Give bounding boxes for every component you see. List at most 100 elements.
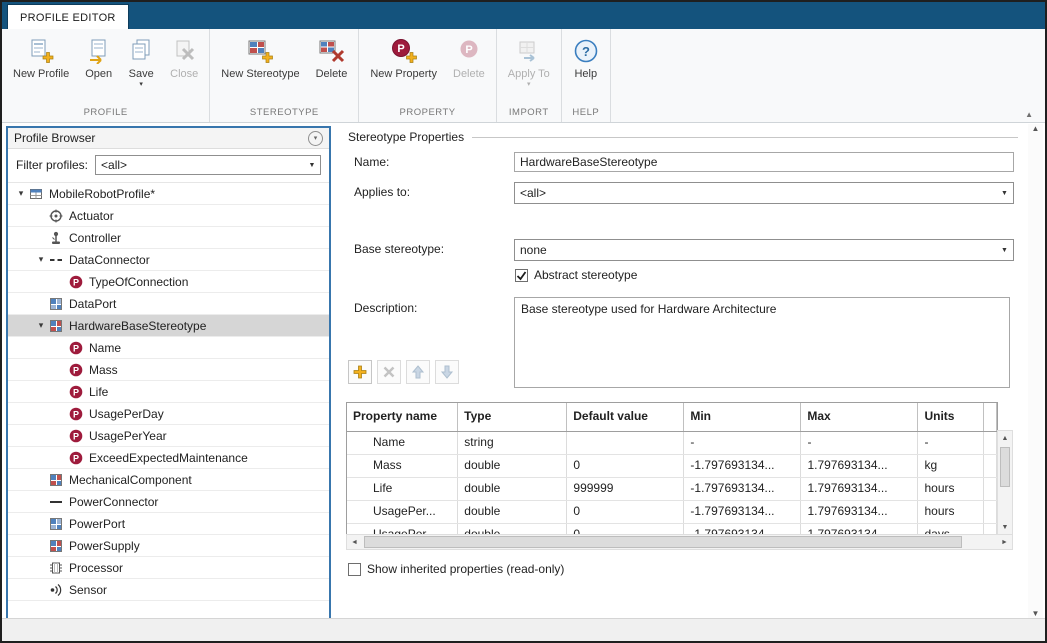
- expander-triangle-icon[interactable]: ▾: [34, 321, 48, 330]
- table-row-usageper[interactable]: UsagePer...double0-1.797693134...1.79769…: [347, 501, 997, 524]
- table-row-life[interactable]: Lifedouble999999-1.797693134...1.7976931…: [347, 478, 997, 501]
- horizontal-scroll-thumb[interactable]: [364, 536, 962, 548]
- tree-item-typeofconnection[interactable]: PTypeOfConnection: [8, 271, 329, 293]
- scroll-left-icon[interactable]: ◄: [347, 539, 362, 546]
- tree-item-processor[interactable]: Processor: [8, 557, 329, 579]
- property-cell[interactable]: [984, 501, 997, 523]
- tree-item-actuator[interactable]: Actuator: [8, 205, 329, 227]
- delete-stereotype-button[interactable]: Delete: [308, 30, 356, 106]
- save-button[interactable]: Save ▾: [120, 30, 162, 106]
- property-cell[interactable]: -: [684, 432, 801, 454]
- tree-item-hardwarebasestereotype[interactable]: ▾HardwareBaseStereotype: [8, 315, 329, 337]
- property-cell[interactable]: UsagePer...: [347, 501, 458, 523]
- property-cell[interactable]: hours: [918, 478, 984, 500]
- property-cell[interactable]: double: [458, 501, 567, 523]
- new-stereotype-button[interactable]: New Stereotype: [213, 30, 307, 106]
- tree-item-sensor[interactable]: Sensor: [8, 579, 329, 601]
- property-cell[interactable]: -1.797693134...: [684, 455, 801, 477]
- tree-item-mobilerobotprofile[interactable]: ▾MobileRobotProfile*: [8, 183, 329, 205]
- filter-profiles-combobox[interactable]: <all> ▼: [95, 155, 321, 175]
- table-row-mass[interactable]: Massdouble0-1.797693134...1.797693134...…: [347, 455, 997, 478]
- column-header-min[interactable]: Min: [684, 403, 801, 431]
- scroll-down-icon[interactable]: ▼: [998, 520, 1012, 534]
- tree-item-powerconnector[interactable]: PowerConnector: [8, 491, 329, 513]
- tree-item-usageperday[interactable]: PUsagePerDay: [8, 403, 329, 425]
- apply-to-button[interactable]: Apply To ▾: [500, 30, 558, 106]
- tree-item-mechanicalcomponent[interactable]: MechanicalComponent: [8, 469, 329, 491]
- open-button[interactable]: Open: [77, 30, 120, 106]
- tree-item-life[interactable]: PLife: [8, 381, 329, 403]
- save-dropdown-arrow-icon[interactable]: ▾: [139, 82, 143, 88]
- chevron-down-icon[interactable]: ▼: [304, 162, 320, 169]
- tree-item-mass[interactable]: PMass: [8, 359, 329, 381]
- tree-item-dataport[interactable]: DataPort: [8, 293, 329, 315]
- property-cell[interactable]: Mass: [347, 455, 458, 477]
- new-profile-button[interactable]: New Profile: [5, 30, 77, 106]
- property-cell[interactable]: double: [458, 455, 567, 477]
- property-cell[interactable]: 0: [567, 501, 684, 523]
- table-row-name[interactable]: Namestring---: [347, 432, 997, 455]
- move-down-button[interactable]: [435, 360, 459, 384]
- property-cell[interactable]: double: [458, 478, 567, 500]
- collapse-toolstrip-icon[interactable]: ▲: [1025, 110, 1033, 119]
- property-cell[interactable]: -1.797693134...: [684, 478, 801, 500]
- close-button[interactable]: Close: [162, 30, 206, 106]
- abstract-stereotype-checkbox[interactable]: [515, 269, 528, 282]
- scroll-up-icon[interactable]: ▲: [998, 431, 1012, 445]
- show-inherited-checkbox[interactable]: [348, 563, 361, 576]
- vertical-scroll-thumb[interactable]: [1000, 447, 1010, 487]
- tree-item-powerport[interactable]: PowerPort: [8, 513, 329, 535]
- column-header-units[interactable]: Units: [918, 403, 984, 431]
- property-cell[interactable]: 1.797693134...: [801, 501, 918, 523]
- base-stereotype-select[interactable]: none ▼: [514, 239, 1014, 261]
- help-button[interactable]: ? Help: [565, 30, 607, 106]
- column-header-type[interactable]: Type: [458, 403, 567, 431]
- chevron-down-icon[interactable]: ▼: [996, 190, 1013, 197]
- tab-profile-editor[interactable]: PROFILE EDITOR: [7, 4, 129, 30]
- remove-property-button[interactable]: [377, 360, 401, 384]
- name-input[interactable]: [514, 152, 1014, 172]
- expander-triangle-icon[interactable]: ▾: [14, 189, 28, 198]
- property-cell[interactable]: [984, 432, 997, 454]
- property-cell[interactable]: [984, 455, 997, 477]
- property-cell[interactable]: 0: [567, 455, 684, 477]
- property-cell[interactable]: 999999: [567, 478, 684, 500]
- tree-item-dataconnector[interactable]: ▾DataConnector: [8, 249, 329, 271]
- description-textarea[interactable]: Base stereotype used for Hardware Archit…: [514, 297, 1010, 388]
- tree-item-powersupply[interactable]: PowerSupply: [8, 535, 329, 557]
- tree-item-exceedexpectedmaintenance[interactable]: PExceedExpectedMaintenance: [8, 447, 329, 469]
- applies-to-select[interactable]: <all> ▼: [514, 182, 1014, 204]
- property-cell[interactable]: [567, 432, 684, 454]
- delete-property-button[interactable]: P Delete: [445, 30, 493, 106]
- property-cell[interactable]: 1.797693134...: [801, 455, 918, 477]
- property-cell[interactable]: string: [458, 432, 567, 454]
- scroll-up-icon[interactable]: ▲: [1028, 124, 1043, 133]
- panel-vertical-scrollbar[interactable]: ▲ ▼: [1028, 124, 1043, 620]
- scroll-down-icon[interactable]: ▼: [1028, 609, 1043, 618]
- expander-triangle-icon[interactable]: ▾: [34, 255, 48, 264]
- property-cell[interactable]: Name: [347, 432, 458, 454]
- property-cell[interactable]: [984, 478, 997, 500]
- tree-item-usageperyear[interactable]: PUsagePerYear: [8, 425, 329, 447]
- column-header-max[interactable]: Max: [801, 403, 918, 431]
- property-cell[interactable]: kg: [918, 455, 984, 477]
- property-cell[interactable]: 1.797693134...: [801, 478, 918, 500]
- tree-item-name[interactable]: PName: [8, 337, 329, 359]
- chevron-down-icon[interactable]: ▼: [996, 247, 1013, 254]
- panel-menu-icon[interactable]: ▾: [308, 131, 323, 146]
- property-cell[interactable]: -: [801, 432, 918, 454]
- column-header-property-name[interactable]: Property name: [347, 403, 458, 431]
- table-vertical-scrollbar[interactable]: ▲ ▼: [997, 430, 1013, 535]
- column-header-default-value[interactable]: Default value: [567, 403, 684, 431]
- table-horizontal-scrollbar[interactable]: ◄ ►: [346, 534, 1013, 550]
- scroll-right-icon[interactable]: ►: [997, 539, 1012, 546]
- property-cell[interactable]: -: [918, 432, 984, 454]
- apply-to-dropdown-arrow-icon[interactable]: ▾: [527, 82, 531, 88]
- new-property-button[interactable]: P New Property: [362, 30, 445, 106]
- tree-item-controller[interactable]: Controller: [8, 227, 329, 249]
- property-cell[interactable]: hours: [918, 501, 984, 523]
- add-property-button[interactable]: [348, 360, 372, 384]
- move-up-button[interactable]: [406, 360, 430, 384]
- property-cell[interactable]: -1.797693134...: [684, 501, 801, 523]
- property-cell[interactable]: Life: [347, 478, 458, 500]
